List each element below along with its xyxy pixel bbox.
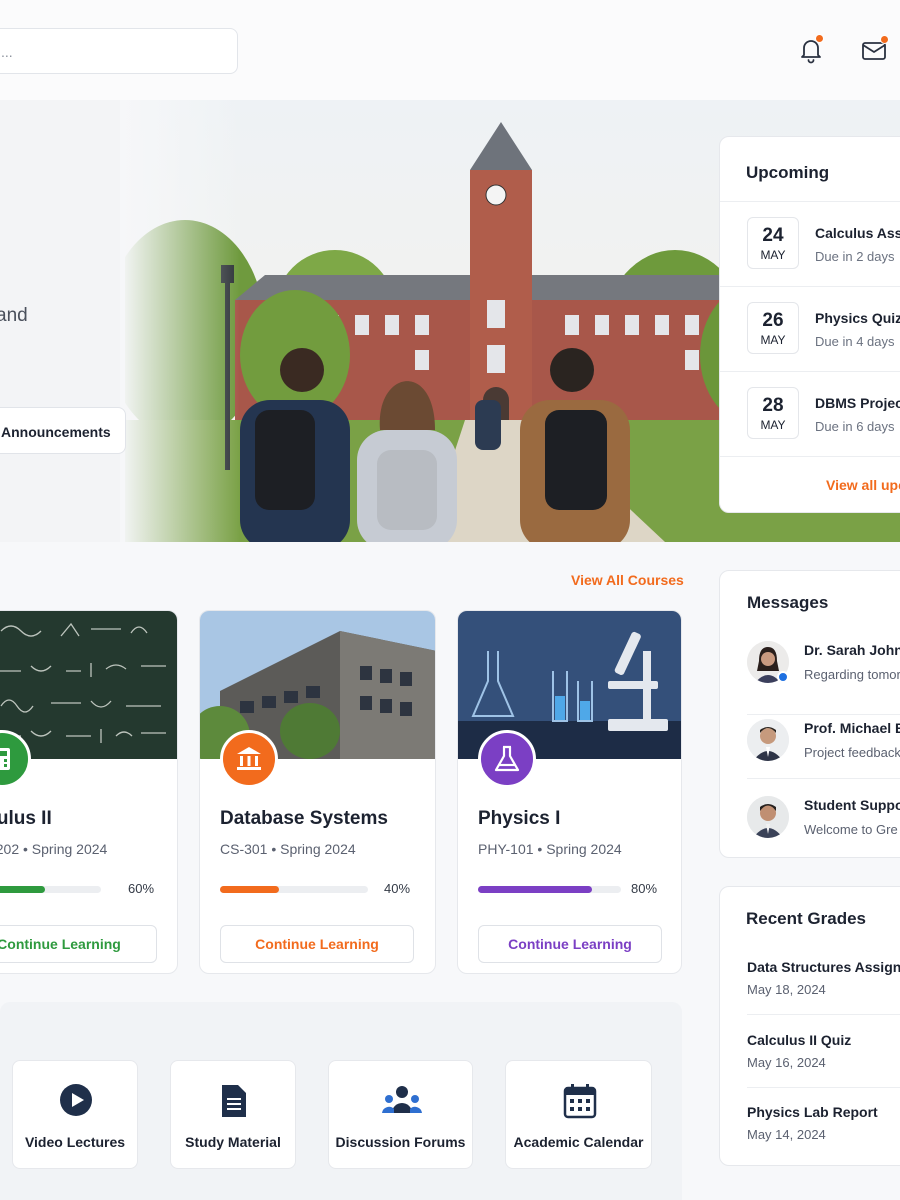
grade-date: May 16, 2024 [747, 1055, 826, 1070]
progress-label: 60% [128, 881, 155, 896]
message-preview: Regarding tomor [804, 667, 900, 682]
message-sender: Prof. Michael B [804, 720, 900, 736]
message-sender: Dr. Sarah John [804, 642, 900, 658]
hero-fade [120, 100, 240, 542]
progress-label: 80% [631, 881, 658, 896]
calendar-icon [563, 1084, 597, 1119]
upcoming-divider [720, 456, 900, 457]
course-name: Database Systems [220, 808, 388, 829]
message-preview: Project feedback [804, 745, 900, 760]
progress-fill [0, 886, 45, 893]
quick-link-label: Study Material [185, 1134, 281, 1150]
date-month: MAY [760, 333, 786, 347]
grade-item[interactable]: Data Structures Assign May 18, 2024 [747, 959, 900, 997]
upcoming-name: Calculus Ass [815, 225, 900, 241]
search-placeholder: ... [1, 44, 13, 60]
continue-learning-button[interactable]: Continue Learning [478, 925, 662, 963]
progress-bar [478, 886, 621, 893]
message-item[interactable]: Dr. Sarah John Regarding tomor [720, 629, 900, 707]
date-day: 28 [762, 395, 784, 416]
online-indicator [777, 671, 789, 683]
course-meta: CS-301 • Spring 2024 [220, 841, 356, 857]
quick-link-discussion-forums[interactable]: Discussion Forums [328, 1060, 473, 1169]
grades-title: Recent Grades [746, 909, 866, 928]
grade-item[interactable]: Calculus II Quiz May 16, 2024 [747, 1032, 900, 1070]
divider [747, 1014, 900, 1015]
course-card[interactable]: Database Systems CS-301 • Spring 2024 40… [199, 610, 436, 974]
flask-icon [478, 730, 536, 788]
date-box: 28 MAY [747, 387, 799, 439]
search-input[interactable]: ... [0, 28, 238, 74]
divider [747, 778, 900, 779]
upcoming-title: Upcoming [746, 163, 830, 182]
upcoming-name: Physics Quiz [815, 310, 900, 326]
grade-name: Calculus II Quiz [747, 1032, 852, 1048]
divider [747, 1087, 900, 1088]
course-card[interactable]: Physics I PHY-101 • Spring 2024 80% Cont… [457, 610, 682, 974]
quick-link-video-lectures[interactable]: Video Lectures [12, 1060, 138, 1169]
calculator-icon [0, 730, 31, 788]
upcoming-due: Due in 4 days [815, 334, 895, 349]
mail-icon[interactable] [860, 35, 889, 64]
date-month: MAY [760, 418, 786, 432]
date-month: MAY [760, 248, 786, 262]
date-box: 26 MAY [747, 302, 799, 354]
upcoming-due: Due in 6 days [815, 419, 895, 434]
messages-card: Messages Dr. Sarah John Regarding tomor … [719, 570, 900, 858]
message-item[interactable]: Student Suppo Welcome to Gre [720, 784, 900, 862]
grade-item[interactable]: Physics Lab Report May 14, 2024 [747, 1104, 900, 1142]
quick-link-label: Discussion Forums [335, 1134, 466, 1150]
progress-bar [0, 886, 101, 893]
grade-name: Physics Lab Report [747, 1104, 878, 1120]
document-icon [222, 1085, 246, 1117]
date-day: 26 [762, 310, 784, 331]
top-bar: ... [0, 0, 900, 100]
upcoming-card: Upcoming 24 MAY Calculus Ass Due in 2 da… [719, 136, 900, 513]
upcoming-item[interactable]: 26 MAY Physics Quiz Due in 4 days [720, 286, 900, 371]
quick-link-study-material[interactable]: Study Material [170, 1060, 296, 1169]
mail-dot [880, 35, 889, 44]
message-item[interactable]: Prof. Michael B Project feedback [720, 707, 900, 785]
bell-icon[interactable] [797, 34, 825, 64]
view-all-courses-link[interactable]: View All Courses [571, 572, 684, 588]
course-card[interactable]: lculus II H-202 • Spring 2024 60% Contin… [0, 610, 178, 974]
continue-learning-button[interactable]: Continue Learning [220, 925, 414, 963]
date-box: 24 MAY [747, 217, 799, 269]
continue-learning-button[interactable]: Continue Learning [0, 925, 157, 963]
grade-name: Data Structures Assign [747, 959, 900, 975]
progress-bar [220, 886, 368, 893]
bank-icon [220, 730, 278, 788]
messages-title: Messages [747, 593, 829, 612]
quick-link-label: Academic Calendar [513, 1134, 644, 1150]
avatar [747, 719, 789, 761]
quick-link-label: Video Lectures [24, 1134, 126, 1150]
users-icon [382, 1086, 422, 1113]
message-preview: Welcome to Gre [804, 822, 898, 837]
hero-subtitle: and [0, 305, 28, 326]
notification-dot [815, 34, 824, 43]
date-day: 24 [762, 225, 784, 246]
grade-date: May 18, 2024 [747, 982, 826, 997]
progress-fill [478, 886, 593, 893]
upcoming-due: Due in 2 days [815, 249, 895, 264]
course-name: lculus II [0, 808, 52, 829]
quick-link-academic-calendar[interactable]: Academic Calendar [505, 1060, 652, 1169]
course-meta: H-202 • Spring 2024 [0, 841, 108, 857]
recent-grades-card: Recent Grades Data Structures Assign May… [719, 886, 900, 1166]
message-sender: Student Suppo [804, 797, 900, 813]
upcoming-name: DBMS Projec [815, 395, 900, 411]
progress-fill [220, 886, 280, 893]
course-meta: PHY-101 • Spring 2024 [478, 841, 622, 857]
grade-date: May 14, 2024 [747, 1127, 826, 1142]
avatar [747, 796, 789, 838]
progress-label: 40% [384, 881, 411, 896]
upcoming-item[interactable]: 24 MAY Calculus Ass Due in 2 days [720, 201, 900, 286]
play-icon [60, 1084, 92, 1116]
view-all-upcoming-link[interactable]: View all upc [826, 477, 900, 493]
announcements-button[interactable]: Announcements [0, 407, 126, 454]
course-name: Physics I [478, 808, 561, 829]
upcoming-item[interactable]: 28 MAY DBMS Projec Due in 6 days [720, 371, 900, 456]
